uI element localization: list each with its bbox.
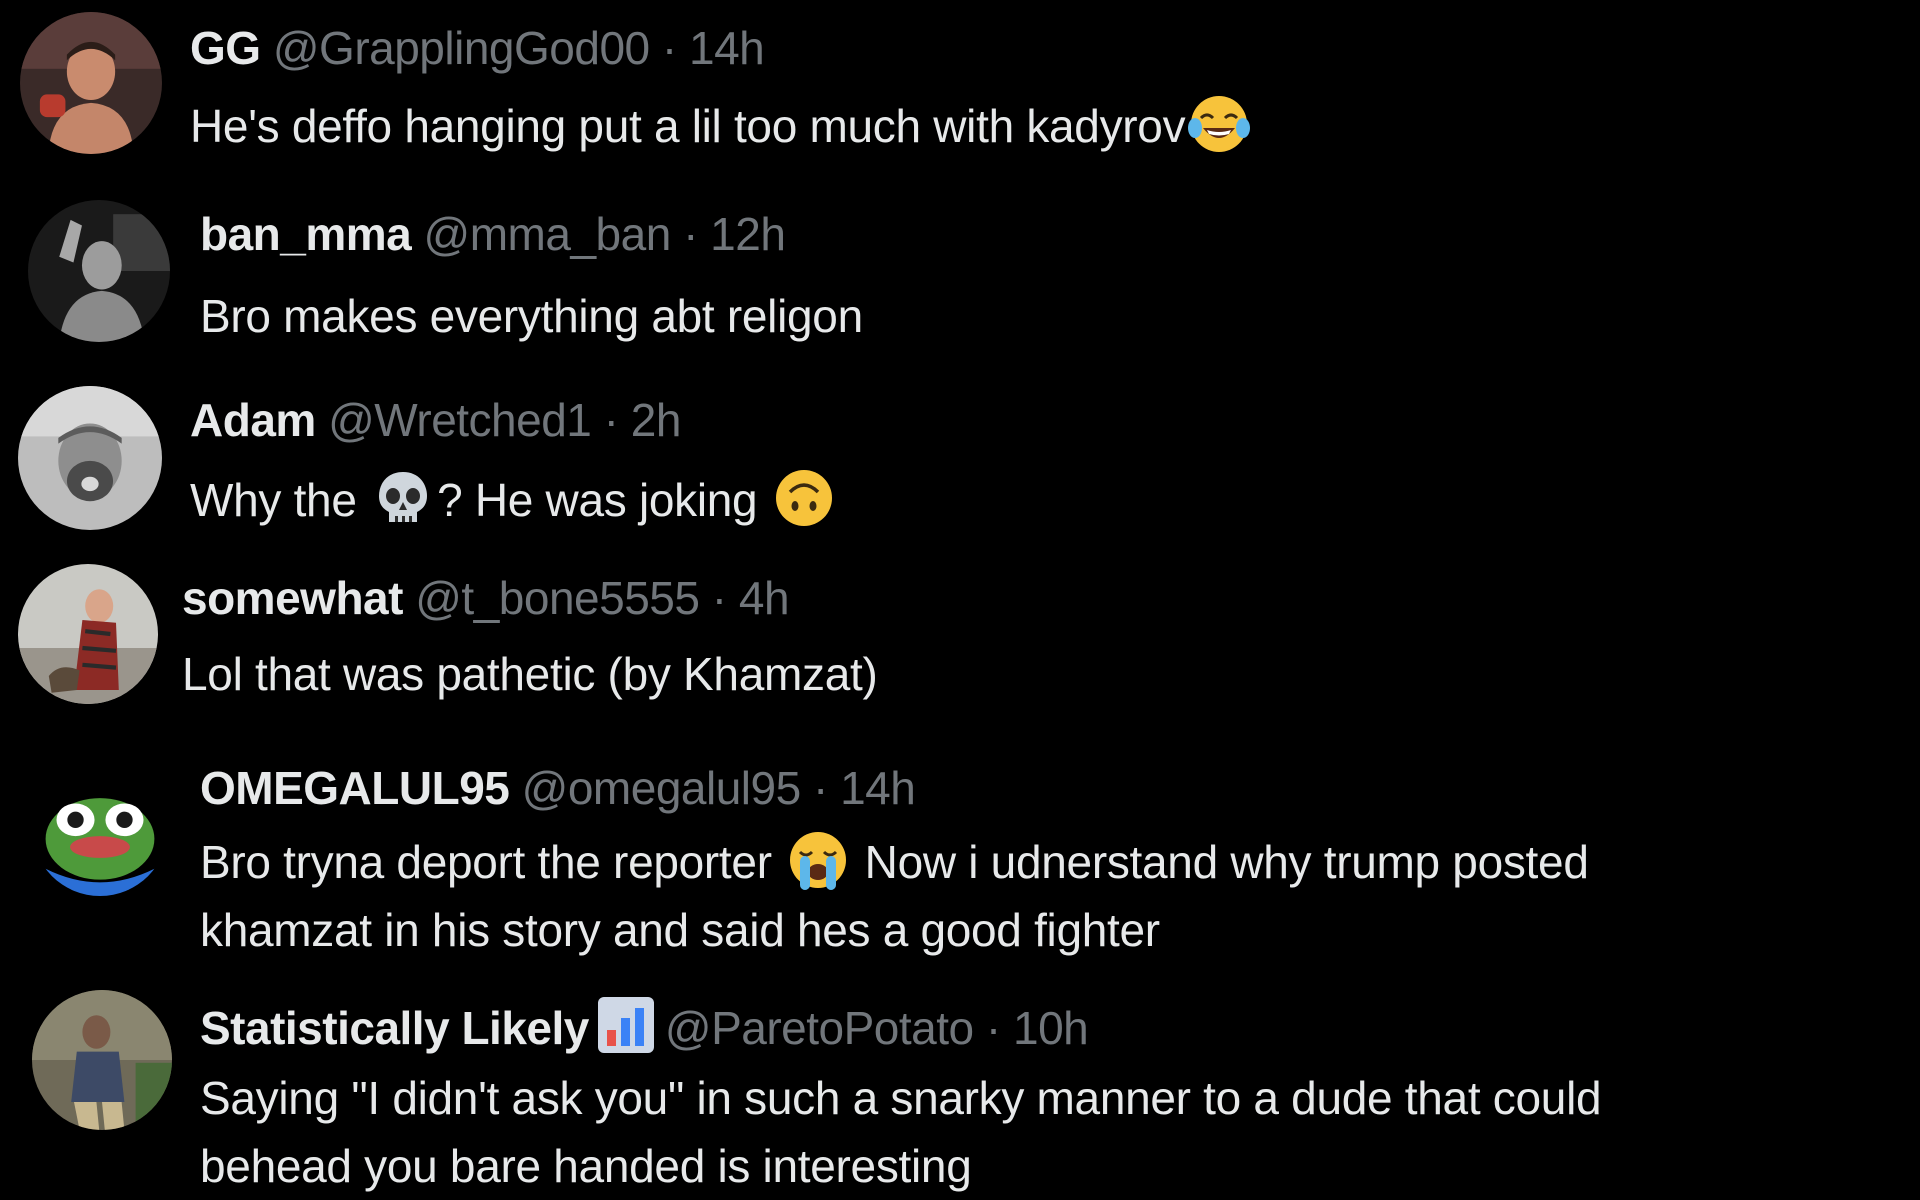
author-name[interactable]: Adam (190, 394, 316, 446)
separator-dot: · (683, 208, 698, 260)
reply-text-line: behead you bare handed is interesting (200, 1140, 972, 1192)
separator-dot: · (661, 22, 677, 74)
reply-text-line: Saying "I didn't ask you" in such a snar… (200, 1072, 1602, 1124)
timestamp[interactable]: 14h (689, 22, 765, 74)
author-handle[interactable]: @ParetoPotato (665, 1002, 974, 1054)
separator-dot: · (711, 572, 727, 624)
separator-dot: · (812, 762, 828, 814)
reply-header: Statistically Likely @ParetoPotato · 10h (200, 996, 1089, 1056)
timestamp[interactable]: 14h (840, 762, 916, 814)
author-handle[interactable]: @Wretched1 (328, 394, 592, 446)
reply-header: somewhat @t_bone5555 · 4h (182, 570, 790, 626)
timestamp[interactable]: 12h (710, 208, 786, 260)
reply-header: ban_mma @mma_ban · 12h (200, 206, 786, 262)
avatar[interactable] (18, 386, 162, 530)
reply-header: OMEGALUL95 @omegalul95 · 14h (200, 760, 916, 816)
timestamp[interactable]: 10h (1013, 1002, 1089, 1054)
bar-chart-icon (597, 996, 655, 1054)
reply-text-segment: Lol that was pathetic (by Khamzat) (182, 648, 878, 700)
timestamp[interactable]: 4h (739, 572, 790, 624)
reply-text: Lol that was pathetic (by Khamzat) (182, 640, 878, 708)
loudly-crying-face-icon (786, 828, 850, 892)
author-handle[interactable]: @omegalul95 (522, 762, 802, 814)
reply-header: GG @GrapplingGod00 · 14h (190, 20, 765, 76)
reply-text-segment: He's deffo hanging put a lil too much wi… (190, 100, 1186, 152)
author-name[interactable]: OMEGALUL95 (200, 762, 510, 814)
avatar[interactable] (32, 990, 172, 1130)
reply-text-line: khamzat in his story and said hes a good… (200, 904, 1160, 956)
author-name[interactable]: Statistically Likely (200, 1002, 589, 1054)
author-name[interactable]: somewhat (182, 572, 403, 624)
separator-dot: · (985, 1002, 1001, 1054)
avatar[interactable] (28, 200, 170, 342)
skull-icon (371, 466, 435, 530)
reply-text-segment: Bro tryna deport the reporter (200, 836, 785, 888)
reply-text-line: Bro tryna deport the reporter Now i udne… (200, 828, 1589, 896)
reply-text-segment: Bro makes everything abt religon (200, 290, 863, 342)
reply-text-segment: ? He was joking (437, 474, 770, 526)
reply-text: He's deffo hanging put a lil too much wi… (190, 92, 1253, 160)
reply-text: Saying "I didn't ask you" in such a snar… (200, 1064, 1602, 1200)
author-name[interactable]: GG (190, 22, 261, 74)
separator-dot: · (603, 394, 619, 446)
avatar[interactable] (18, 564, 158, 704)
avatar[interactable] (32, 760, 168, 896)
avatar[interactable] (20, 12, 162, 154)
reply-header: Adam @Wretched1 · 2h (190, 392, 681, 448)
author-handle[interactable]: @t_bone5555 (415, 572, 700, 624)
author-name[interactable]: ban_mma (200, 208, 412, 260)
reply-text: Bro makes everything abt religon (200, 282, 863, 350)
author-handle[interactable]: @mma_ban (424, 208, 672, 260)
timestamp[interactable]: 2h (631, 394, 682, 446)
reply-text-segment: Now i udnerstand why trump posted (852, 836, 1589, 888)
reply-text: Why the ? He was joking (190, 466, 838, 534)
upside-down-face-icon (772, 466, 836, 530)
reply-text-segment: Why the (190, 474, 370, 526)
author-handle[interactable]: @GrapplingGod00 (273, 22, 650, 74)
reply-text: Bro tryna deport the reporter Now i udne… (200, 828, 1589, 964)
face-with-tears-of-joy-icon (1187, 92, 1251, 156)
